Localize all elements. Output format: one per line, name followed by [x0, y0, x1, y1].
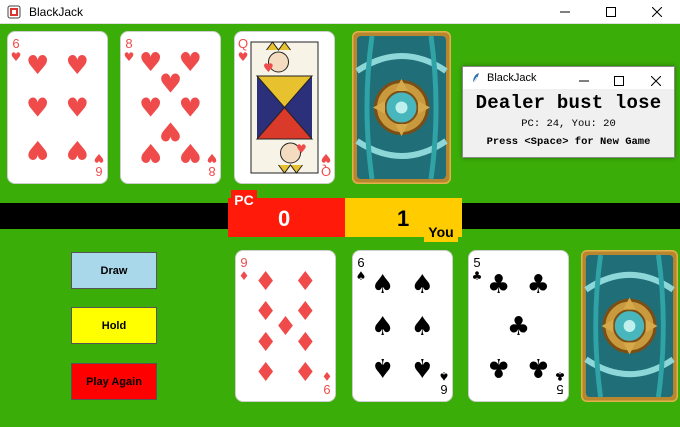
dealer-card-1: 6 ♥ 6 ♥ ♥ ♥ ♥ ♥ ♥ ♥ — [7, 31, 108, 184]
player-card-3-pip: ♣ — [487, 352, 510, 382]
dealer-card-3-corner-suit: ♥ — [321, 151, 332, 165]
dealer-card-1-pip: ♥ — [26, 94, 49, 124]
dealer-card-3-corner-rank: Q — [321, 164, 331, 179]
player-card-2-pip: ♠ — [411, 352, 434, 382]
app-icon — [7, 5, 21, 18]
dialog-headline: Dealer bust lose — [475, 92, 662, 114]
player-card-2-pip: ♠ — [411, 312, 434, 342]
dialog-close-button[interactable] — [650, 73, 662, 91]
window-title: BlackJack — [29, 4, 84, 19]
player-card-3-pip: ♣ — [527, 352, 550, 382]
player-card-3-corner-rank: 5 — [556, 382, 563, 397]
player-card-1-corner-rank: 9 — [323, 382, 330, 397]
dealer-card-1-face: 6♥6♥♥ ♥♥ ♥♥ ♥ — [11, 36, 105, 179]
dealer-card-2: 8 ♥ 8 ♥ ♥ ♥ ♥ ♥ ♥ ♥ ♥ ♥ — [120, 31, 221, 184]
svg-text:♥: ♥ — [296, 142, 307, 156]
dealer-card-3-queen-art: ♥♥ — [250, 41, 319, 174]
dealer-card-2-corner-suit: ♥ — [207, 151, 218, 165]
player-card-3-corner-suit: ♣ — [555, 369, 566, 383]
player-card-2-pip: ♠ — [371, 312, 394, 342]
dealer-card-2-face: 8♥8♥♥ ♥♥♥ ♥♥♥ ♥ — [124, 36, 218, 179]
dealer-card-1-corner-suit: ♥ — [11, 50, 22, 64]
player-card-3-pip: ♣ — [487, 270, 510, 300]
dealer-card-2-corner-rank: 8 — [125, 36, 132, 51]
player-card-1-corner-suit: ♦ — [322, 369, 333, 383]
player-card-2-pip: ♠ — [371, 270, 394, 300]
player-card-back — [581, 250, 678, 402]
dialog-body: Dealer bust lose PC: 24, You: 20 Press <… — [463, 92, 674, 148]
dealer-card-3-corner-suit: ♥ — [238, 50, 249, 64]
dealer-card-1-pip: ♥ — [66, 51, 89, 81]
player-card-1: 9 ♦ 9 ♦ ♦ ♦ ♦ ♦ ♦ ♦ ♦ ♦ ♦ — [235, 250, 336, 402]
player-card-2-corner-suit: ♠ — [439, 369, 450, 383]
minimize-icon — [560, 11, 570, 13]
player-card-3-face: 5♣5♣♣ ♣♣♣ ♣ — [472, 255, 566, 397]
maximize-icon — [614, 76, 624, 86]
pc-score: 0 — [278, 206, 291, 231]
result-dialog: BlackJack Dealer bust lose PC: 24, You: … — [462, 66, 675, 158]
dealer-card-1-pip: ♥ — [26, 134, 49, 164]
svg-text:♥: ♥ — [263, 61, 274, 75]
dialog-minimize-button[interactable] — [579, 73, 589, 91]
player-card-1-face: 9♦9♦♦ ♦♦ ♦♦♦ ♦♦ ♦ — [239, 255, 333, 397]
player-card-2-pip: ♠ — [411, 270, 434, 300]
player-card-1-pip: ♦ — [254, 355, 277, 385]
player-card-1-corner-rank: 9 — [240, 255, 247, 270]
player-card-2-corner-suit: ♠ — [356, 269, 367, 283]
minimize-button[interactable] — [542, 0, 588, 24]
play-again-button[interactable]: Play Again — [71, 363, 157, 400]
dialog-score-line: PC: 24, You: 20 — [521, 118, 616, 130]
you-score: 1 — [397, 206, 410, 231]
player-card-2-corner-rank: 6 — [357, 255, 364, 270]
dealer-card-1-pip: ♥ — [66, 134, 89, 164]
player-card-3: 5 ♣ 5 ♣ ♣ ♣ ♣ ♣ ♣ — [468, 250, 569, 402]
close-icon — [650, 75, 662, 87]
dealer-card-2-corner-suit: ♥ — [124, 50, 135, 64]
player-card-3-corner-suit: ♣ — [472, 269, 483, 283]
dealer-card-1-corner-rank: 6 — [95, 164, 102, 179]
player-card-3-pip: ♣ — [527, 270, 550, 300]
maximize-button[interactable] — [588, 0, 634, 24]
window-titlebar: BlackJack — [0, 0, 680, 24]
player-card-1-corner-suit: ♦ — [239, 269, 250, 283]
player-card-2-face: 6♠6♠♠ ♠♠ ♠♠ ♠ — [356, 255, 450, 397]
player-card-3-pip: ♣ — [507, 312, 530, 342]
you-label: You — [424, 222, 458, 242]
maximize-icon — [606, 7, 616, 17]
dealer-card-1-pip: ♥ — [66, 94, 89, 124]
player-card-1-pip: ♦ — [294, 267, 317, 297]
dialog-maximize-button[interactable] — [614, 73, 624, 91]
pc-label: PC — [231, 190, 257, 210]
player-card-1-pip: ♦ — [294, 355, 317, 385]
player-card-3-corner-rank: 5 — [473, 255, 480, 270]
close-icon — [652, 7, 662, 17]
dealer-card-3-face: Q♥Q♥♥♥ — [238, 36, 332, 179]
hold-button[interactable]: Hold — [71, 307, 157, 344]
dealer-card-1-corner-suit: ♥ — [94, 151, 105, 165]
draw-button[interactable]: Draw — [71, 252, 157, 289]
player-card-1-pip: ♦ — [254, 267, 277, 297]
player-card-1-pip: ♦ — [254, 325, 277, 355]
player-card-2: 6 ♠ 6 ♠ ♠ ♠ ♠ ♠ ♠ ♠ — [352, 250, 453, 402]
dealer-card-2-corner-rank: 8 — [208, 164, 215, 179]
player-card-2-corner-rank: 6 — [440, 382, 447, 397]
dialog-titlebar: BlackJack — [463, 67, 674, 89]
card-back-art — [581, 250, 678, 402]
dealer-card-2-pip: ♥ — [179, 137, 202, 167]
dealer-card-3: Q ♥ Q ♥ ♥ ♥ — [234, 31, 335, 184]
player-card-2-pip: ♠ — [371, 352, 394, 382]
feather-icon — [472, 73, 479, 84]
dealer-card-2-pip: ♥ — [139, 137, 162, 167]
dealer-card-1-pip: ♥ — [26, 51, 49, 81]
dealer-card-back — [352, 31, 451, 184]
dialog-title: BlackJack — [487, 72, 537, 84]
close-button[interactable] — [634, 0, 680, 24]
player-card-1-pip: ♦ — [294, 325, 317, 355]
minimize-icon — [579, 80, 589, 82]
dialog-hint: Press <Space> for New Game — [486, 136, 651, 148]
dealer-card-3-corner-rank: Q — [238, 36, 248, 51]
card-back-art — [352, 31, 451, 184]
dealer-card-1-corner-rank: 6 — [12, 36, 19, 51]
